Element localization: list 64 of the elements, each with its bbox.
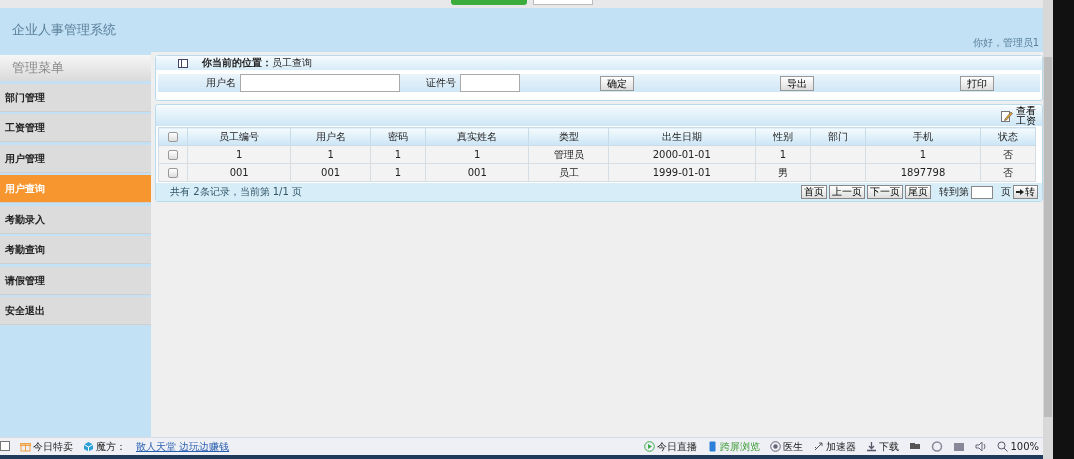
column-header: 出生日期: [608, 127, 756, 146]
column-header: 手机: [865, 127, 981, 146]
window-icon[interactable]: [953, 441, 966, 452]
edit-icon: [1001, 110, 1013, 122]
status-text[interactable]: 100%: [1010, 441, 1039, 452]
window-icon: [178, 58, 188, 68]
record-summary: 共有 2条记录，当前第 1/1 页: [170, 185, 303, 199]
status-text[interactable]: 加速器: [826, 439, 857, 454]
column-header: 用户名: [290, 127, 371, 146]
cube-icon[interactable]: [83, 441, 94, 452]
input-field[interactable]: [240, 74, 400, 92]
arrow-icon: [1016, 189, 1024, 195]
column-header: 状态: [980, 127, 1036, 146]
page-suffix: 页: [1001, 185, 1011, 199]
field-label: 证件号: [425, 76, 457, 90]
breadcrumb: 你当前的位置：员工查询: [202, 56, 312, 70]
column-header: 部门: [810, 127, 866, 146]
checkbox[interactable]: [168, 168, 178, 178]
circle-icon[interactable]: [770, 441, 782, 452]
status-text[interactable]: 今日直播: [657, 439, 698, 454]
zoom-icon[interactable]: [997, 441, 1009, 452]
view-salary-button[interactable]: 查看工资: [1014, 106, 1038, 126]
play-icon[interactable]: [644, 441, 656, 452]
download-icon[interactable]: [866, 441, 878, 452]
column-header: 员工编号: [187, 127, 291, 146]
menu-item[interactable]: 部门管理: [0, 83, 151, 112]
status-text[interactable]: 今日特卖: [33, 439, 73, 454]
nav-icon[interactable]: [0, 440, 10, 453]
promo-link[interactable]: 散人天堂 边玩边赚钱: [136, 439, 230, 454]
status-text[interactable]: 医生: [783, 439, 804, 454]
menu-title: 管理菜单: [0, 55, 151, 81]
phone-icon[interactable]: [707, 441, 719, 452]
action-button[interactable]: 确定: [600, 75, 634, 91]
status-text[interactable]: 魔方：: [96, 439, 126, 454]
status-text[interactable]: 下载: [879, 439, 900, 454]
goto-label: 转到第: [939, 185, 969, 199]
column-header: 性别: [755, 127, 811, 146]
menu-item[interactable]: 考勤查询: [0, 236, 151, 264]
column-header: 类型: [528, 127, 609, 146]
checkbox[interactable]: [168, 150, 178, 160]
gift-icon[interactable]: [20, 441, 31, 452]
speaker-icon[interactable]: [975, 441, 988, 452]
menu-item[interactable]: 考勤录入: [0, 205, 151, 234]
menu-item[interactable]: 工资管理: [0, 114, 151, 142]
menu-item[interactable]: 用户管理: [0, 144, 151, 173]
menu-item[interactable]: 安全退出: [0, 297, 151, 325]
checkbox[interactable]: [168, 132, 178, 142]
go-button[interactable]: 转: [1013, 185, 1038, 199]
page-button[interactable]: 尾页: [905, 185, 931, 199]
action-button[interactable]: 导出: [780, 75, 814, 91]
column-header: 密码: [370, 127, 426, 146]
field-label: 用户名: [205, 76, 237, 90]
page-button[interactable]: 首页: [801, 185, 827, 199]
menu-item[interactable]: 请假管理: [0, 266, 151, 295]
page-input[interactable]: [971, 185, 993, 199]
scrollbar[interactable]: [1043, 0, 1053, 459]
page-button[interactable]: 上一页: [829, 185, 865, 199]
action-button[interactable]: 打印: [960, 75, 994, 91]
toolbar-button[interactable]: [532, 0, 593, 5]
greeting-text: 你好，管理员1: [972, 36, 1039, 50]
page-button[interactable]: 下一页: [867, 185, 903, 199]
input-field[interactable]: [460, 74, 520, 92]
app-title: 企业人事管理系统: [12, 21, 116, 39]
column-header: 真实姓名: [425, 127, 529, 146]
